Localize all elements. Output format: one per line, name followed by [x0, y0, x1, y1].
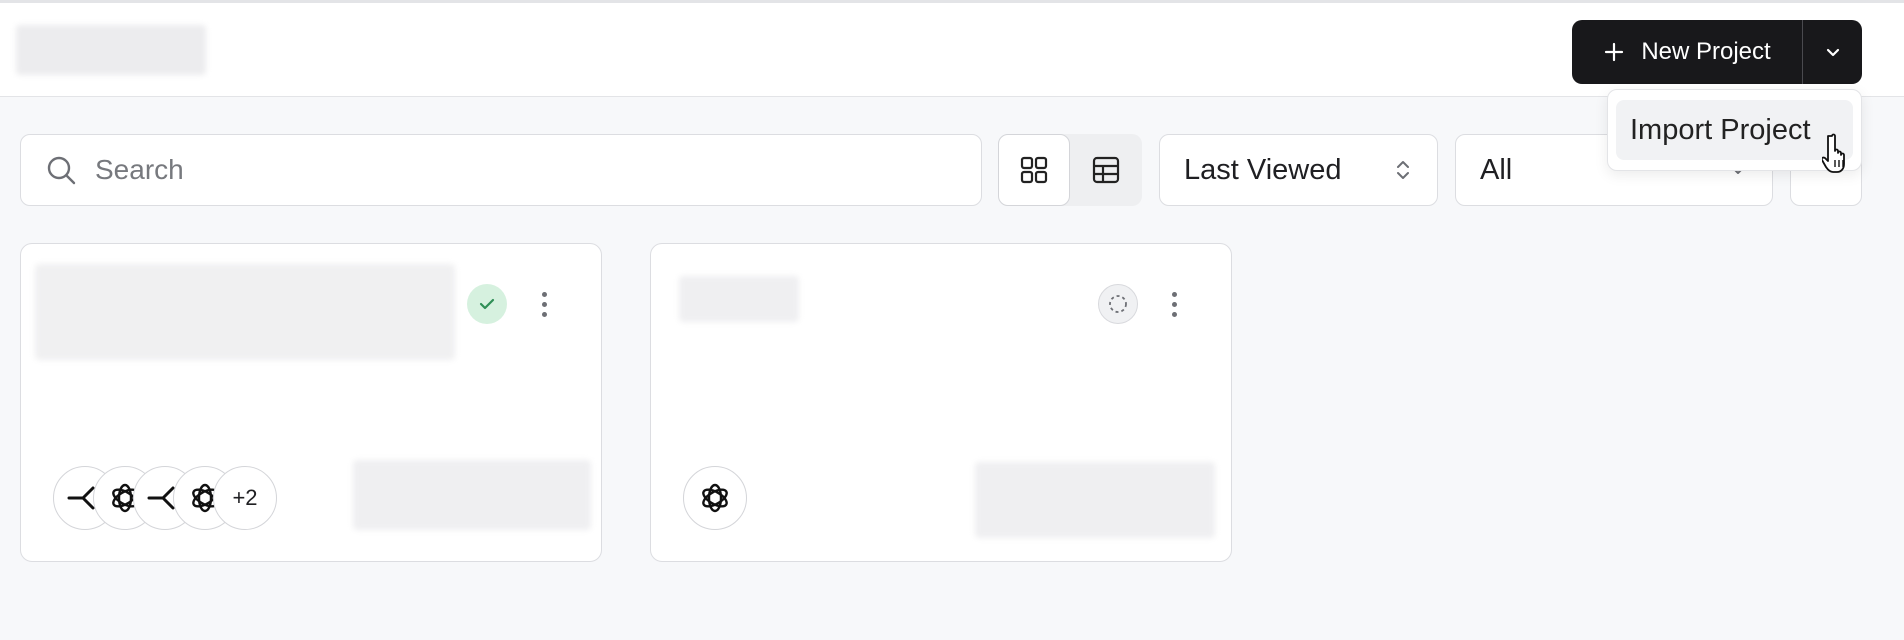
more-models-count: +2 — [213, 466, 277, 530]
new-project-split-button[interactable]: New Project — [1572, 20, 1862, 84]
workspace-name-redacted — [16, 25, 206, 75]
card-menu-button[interactable] — [534, 284, 554, 324]
search-box[interactable] — [20, 134, 982, 206]
chevron-down-icon — [1826, 48, 1839, 57]
status-pending-badge — [1098, 284, 1138, 324]
status-completed-badge — [467, 284, 507, 324]
filter-select-value: All — [1480, 153, 1513, 186]
new-project-dropdown-toggle[interactable] — [1803, 20, 1862, 84]
dashed-circle-icon — [1109, 295, 1127, 313]
new-project-label: New Project — [1641, 38, 1771, 65]
import-project-menu-item[interactable]: Import Project — [1616, 100, 1853, 160]
sort-select[interactable]: Last Viewed — [1159, 134, 1438, 206]
top-bar: New Project — [0, 0, 1904, 97]
card-menu-button[interactable] — [1164, 284, 1184, 324]
project-title-redacted — [35, 264, 455, 360]
grid-view-button[interactable] — [998, 134, 1070, 206]
project-meta-redacted — [975, 462, 1215, 538]
project-meta-redacted — [353, 460, 591, 530]
project-card[interactable]: +2 — [20, 243, 602, 562]
search-icon — [47, 156, 76, 185]
new-project-button[interactable]: New Project — [1572, 20, 1802, 84]
project-title-redacted — [679, 276, 799, 322]
openai-icon — [683, 466, 747, 530]
view-toggle — [998, 134, 1142, 206]
plus-icon — [1605, 42, 1624, 62]
sort-arrows-icon — [1397, 161, 1409, 179]
search-input[interactable] — [95, 154, 955, 186]
table-view-button[interactable] — [1070, 134, 1142, 206]
table-view-icon — [1092, 156, 1120, 184]
grid-view-icon — [1020, 156, 1048, 184]
sort-select-value: Last Viewed — [1184, 153, 1342, 186]
pointer-hand-icon — [1822, 133, 1845, 173]
check-icon — [479, 298, 495, 310]
project-card[interactable] — [650, 243, 1232, 562]
